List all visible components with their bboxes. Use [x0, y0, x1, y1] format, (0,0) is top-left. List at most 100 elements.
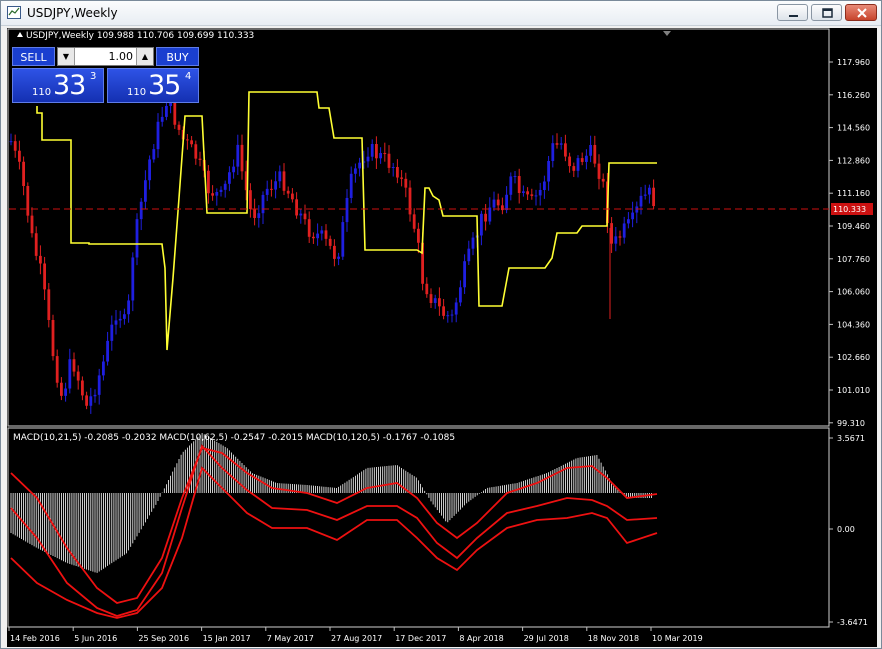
- one-click-trading-panel: SELL ▼ 1.00 ▲ BUY 110 33 3 110 35 4: [12, 47, 199, 103]
- sell-price-box[interactable]: 110 33 3: [12, 68, 104, 103]
- candle-body: [648, 187, 651, 195]
- macd-axis: 3.5671 0.00 -3.6471: [829, 434, 868, 627]
- candle-body: [652, 187, 655, 207]
- candle-body: [446, 315, 450, 317]
- candle-body: [270, 188, 273, 190]
- candle-body: [177, 124, 181, 130]
- price-tick-label: 109.460: [837, 222, 870, 231]
- candle-body: [186, 139, 189, 141]
- minimize-button[interactable]: [777, 4, 808, 21]
- candle-body: [307, 219, 311, 237]
- candle-body: [207, 170, 210, 194]
- candle-body: [261, 194, 265, 214]
- time-tick-label: 10 Mar 2019: [652, 634, 703, 643]
- candle-body: [26, 185, 30, 216]
- candle-body: [320, 230, 324, 234]
- candle-body: [30, 215, 34, 234]
- candle-body: [522, 191, 525, 193]
- candle-body: [333, 245, 336, 259]
- candle-body: [417, 228, 420, 243]
- macd-histogram: [10, 433, 652, 573]
- candle-body: [211, 193, 214, 196]
- candle-body: [501, 205, 504, 211]
- candle-body: [568, 156, 571, 167]
- candlestick-series: [9, 90, 655, 414]
- candle-body: [144, 180, 147, 202]
- candle-body: [291, 193, 294, 200]
- candle-body: [387, 153, 391, 168]
- chart-window-icon: [7, 6, 21, 19]
- candle-body: [576, 158, 580, 171]
- macd-pane-border: [7, 427, 830, 628]
- candle-body: [135, 219, 139, 258]
- candle-body: [517, 176, 521, 193]
- price-tick-label: 99.310: [837, 419, 865, 428]
- candle-body: [564, 143, 567, 157]
- candle-body: [152, 149, 156, 160]
- candle-body: [265, 188, 269, 195]
- minimize-icon: [789, 15, 798, 17]
- collapse-triangle-icon[interactable]: [17, 32, 23, 37]
- candle-body: [139, 201, 143, 220]
- sell-button[interactable]: SELL: [12, 47, 55, 66]
- restore-button[interactable]: [811, 4, 842, 21]
- chart-canvas[interactable]: 117.960 116.260 114.560 112.860 111.160 109.4…: [7, 28, 877, 647]
- sell-price-fraction: 3: [90, 71, 97, 82]
- candle-body: [324, 230, 328, 239]
- candle-body: [165, 105, 168, 117]
- candle-body: [589, 145, 592, 156]
- lot-decrease-button[interactable]: ▼: [58, 48, 75, 65]
- macd-tick-label: -3.6471: [837, 618, 868, 627]
- buy-price-box[interactable]: 110 35 4: [107, 68, 199, 103]
- candle-body: [93, 394, 97, 397]
- candle-body: [551, 143, 555, 161]
- candle-body: [459, 287, 462, 303]
- lot-increase-button[interactable]: ▲: [136, 48, 153, 65]
- time-tick-label: 29 Jul 2018: [524, 634, 569, 643]
- lot-size-input[interactable]: 1.00: [76, 48, 135, 65]
- candle-body: [442, 306, 445, 316]
- price-tick-label: 111.160: [837, 189, 870, 198]
- candle-body: [555, 143, 559, 145]
- candle-body: [257, 213, 261, 218]
- price-axis: 117.960 116.260 114.560 112.860 111.160 109.4…: [829, 58, 870, 428]
- candle-body: [106, 340, 109, 362]
- chart-area[interactable]: 117.960 116.260 114.560 112.860 111.160 109.4…: [7, 28, 877, 647]
- time-axis: 14 Feb 2016 5 Jun 2016 25 Sep 2016 15 Jan 2…: [8, 627, 703, 643]
- candle-body: [635, 206, 639, 213]
- time-tick-label: 25 Sep 2016: [138, 634, 189, 643]
- candle-body: [538, 189, 542, 196]
- candle-body: [429, 294, 433, 303]
- buy-price-main: 35: [148, 70, 181, 101]
- candle-body: [379, 153, 382, 159]
- close-button[interactable]: [845, 4, 877, 21]
- candle-body: [396, 167, 399, 178]
- candle-body: [438, 298, 441, 307]
- candle-body: [148, 159, 151, 181]
- candle-body: [22, 161, 25, 186]
- time-tick-label: 18 Nov 2018: [588, 634, 639, 643]
- candle-body: [286, 190, 290, 194]
- window-titlebar[interactable]: USDJPY,Weekly: [1, 1, 881, 26]
- candle-body: [76, 371, 80, 381]
- candle-body: [425, 283, 429, 295]
- price-tick-label: 102.660: [837, 353, 870, 362]
- candle-body: [190, 140, 193, 145]
- lot-size-stepper[interactable]: ▼ 1.00 ▲: [57, 47, 154, 66]
- chart-shift-marker-icon: [663, 31, 671, 36]
- candle-body: [404, 178, 408, 188]
- candle-body: [467, 248, 471, 262]
- candle-body: [131, 257, 135, 301]
- candle-body: [173, 100, 177, 125]
- candle-body: [345, 197, 349, 223]
- candle-body: [236, 144, 240, 167]
- candle-body: [68, 359, 72, 389]
- candle-body: [51, 320, 55, 357]
- candle-body: [47, 289, 51, 321]
- candle-body: [316, 233, 319, 239]
- buy-button[interactable]: BUY: [156, 47, 199, 66]
- candle-body: [328, 238, 332, 246]
- candle-body: [240, 144, 244, 172]
- candle-body: [484, 213, 487, 222]
- candle-body: [505, 194, 508, 211]
